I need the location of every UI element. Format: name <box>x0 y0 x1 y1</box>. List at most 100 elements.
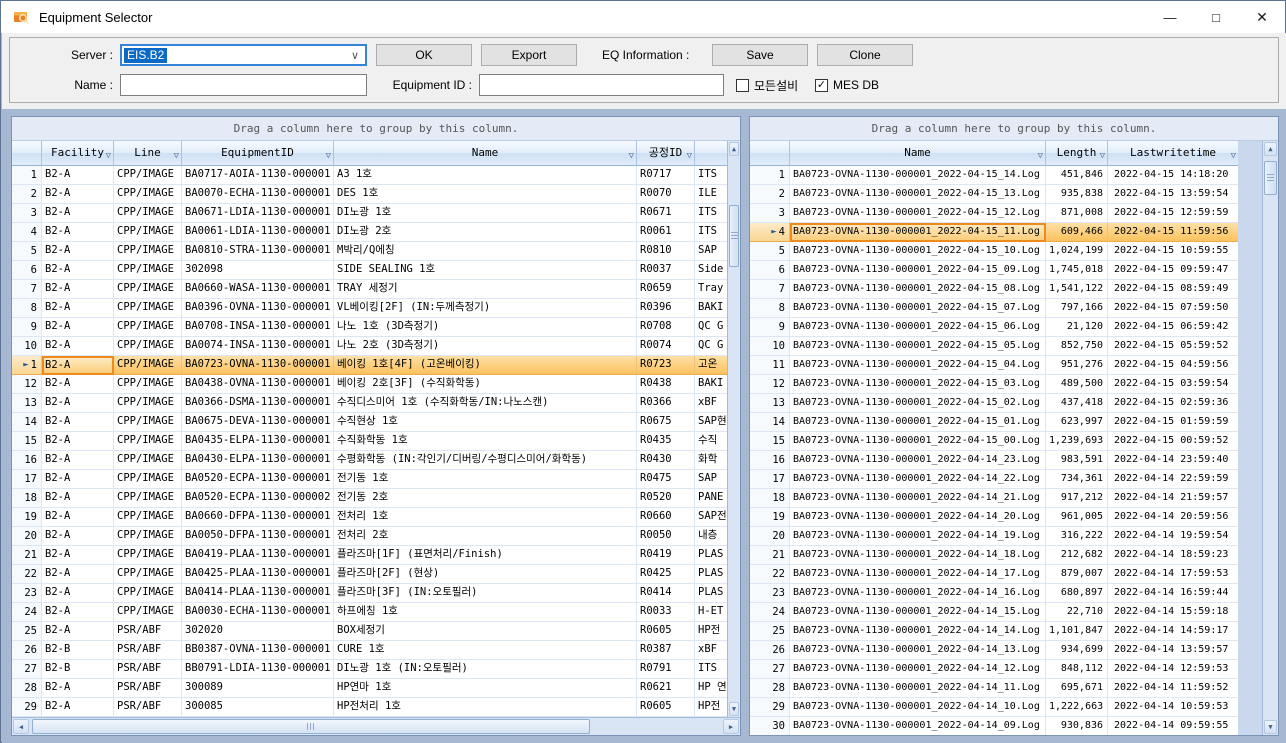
cell-facility[interactable]: B2-B <box>42 641 114 660</box>
table-row[interactable]: 8B2-ACPP/IMAGEBA0396-OVNA-1130-000001VL베… <box>12 299 727 318</box>
cell-extra[interactable]: QC G <box>695 318 727 337</box>
cell-process-id[interactable]: R0430 <box>637 451 695 470</box>
cell-line[interactable]: CPP/IMAGE <box>114 432 182 451</box>
cell-lastwritetime[interactable]: 2022-04-14 13:59:57 <box>1108 641 1238 660</box>
cell-equipment-id[interactable]: BA0660-DFPA-1130-000001 <box>182 508 334 527</box>
cell-log-name[interactable]: BA0723-OVNA-1130-000001_2022-04-15_06.Lo… <box>790 318 1046 337</box>
row-indicator[interactable]: ►4 <box>750 223 790 242</box>
table-row[interactable]: 11BA0723-OVNA-1130-000001_2022-04-15_04.… <box>750 356 1238 375</box>
cell-extra[interactable]: Tray <box>695 280 727 299</box>
cell-facility[interactable]: B2-A <box>42 166 114 185</box>
scroll-up-button[interactable]: ▲ <box>1264 142 1277 156</box>
cell-length[interactable]: 1,239,693 <box>1046 432 1108 451</box>
cell-facility[interactable]: B2-A <box>42 451 114 470</box>
cell-extra[interactable]: HP전 <box>695 698 727 717</box>
cell-log-name[interactable]: BA0723-OVNA-1130-000001_2022-04-14_21.Lo… <box>790 489 1046 508</box>
table-row[interactable]: 18B2-ACPP/IMAGEBA0520-ECPA-1130-000002전기… <box>12 489 727 508</box>
checkbox-all-box[interactable] <box>736 79 749 92</box>
cell-equipment-id[interactable]: 302098 <box>182 261 334 280</box>
cell-lastwritetime[interactable]: 2022-04-15 01:59:59 <box>1108 413 1238 432</box>
cell-name[interactable]: CURE 1호 <box>334 641 637 660</box>
cell-line[interactable]: CPP/IMAGE <box>114 318 182 337</box>
cell-name[interactable]: SIDE SEALING 1호 <box>334 261 637 280</box>
cell-equipment-id[interactable]: BA0708-INSA-1130-000001 <box>182 318 334 337</box>
table-row[interactable]: 21B2-ACPP/IMAGEBA0419-PLAA-1130-000001플라… <box>12 546 727 565</box>
scroll-up-button[interactable]: ▲ <box>729 142 739 156</box>
cell-log-name[interactable]: BA0723-OVNA-1130-000001_2022-04-14_17.Lo… <box>790 565 1046 584</box>
cell-name[interactable]: 전기동 1호 <box>334 470 637 489</box>
table-row[interactable]: 13B2-ACPP/IMAGEBA0366-DSMA-1130-000001수직… <box>12 394 727 413</box>
cell-length[interactable]: 680,897 <box>1046 584 1108 603</box>
cell-equipment-id[interactable]: BA0030-ECHA-1130-000001 <box>182 603 334 622</box>
cell-log-name[interactable]: BA0723-OVNA-1130-000001_2022-04-15_10.Lo… <box>790 242 1046 261</box>
cell-process-id[interactable]: R0810 <box>637 242 695 261</box>
save-button[interactable]: Save <box>712 44 808 66</box>
table-row[interactable]: 29BA0723-OVNA-1130-000001_2022-04-14_10.… <box>750 698 1238 717</box>
cell-facility[interactable]: B2-A <box>42 242 114 261</box>
cell-facility[interactable]: B2-A <box>42 185 114 204</box>
table-row[interactable]: 24BA0723-OVNA-1130-000001_2022-04-14_15.… <box>750 603 1238 622</box>
row-indicator[interactable]: 4 <box>12 223 42 242</box>
table-row[interactable]: 28B2-APSR/ABF300089HP연마 1호R0621HP 연 <box>12 679 727 698</box>
cell-log-name[interactable]: BA0723-OVNA-1130-000001_2022-04-15_14.Lo… <box>790 166 1046 185</box>
cell-length[interactable]: 797,166 <box>1046 299 1108 318</box>
table-row[interactable]: 6B2-ACPP/IMAGE302098SIDE SEALING 1호R0037… <box>12 261 727 280</box>
table-row[interactable]: 5B2-ACPP/IMAGEBA0810-STRA-1130-000001M박리… <box>12 242 727 261</box>
cell-process-id[interactable]: R0037 <box>637 261 695 280</box>
table-row[interactable]: 22B2-ACPP/IMAGEBA0425-PLAA-1130-000001플라… <box>12 565 727 584</box>
column-header-process-id[interactable]: 공정ID▽ <box>637 141 695 166</box>
column-header-length[interactable]: Length▽ <box>1046 141 1108 166</box>
cell-log-name[interactable]: BA0723-OVNA-1130-000001_2022-04-15_09.Lo… <box>790 261 1046 280</box>
cell-equipment-id[interactable]: BB0791-LDIA-1130-000001 <box>182 660 334 679</box>
cell-line[interactable]: PSR/ABF <box>114 679 182 698</box>
table-row[interactable]: 1B2-ACPP/IMAGEBA0717-AOIA-1130-000001A3 … <box>12 166 727 185</box>
cell-extra[interactable]: ITS <box>695 223 727 242</box>
row-indicator[interactable]: 19 <box>12 508 42 527</box>
cell-length[interactable]: 623,997 <box>1046 413 1108 432</box>
table-row[interactable]: 16BA0723-OVNA-1130-000001_2022-04-14_23.… <box>750 451 1238 470</box>
cell-facility[interactable]: B2-A <box>42 679 114 698</box>
row-indicator[interactable]: 14 <box>750 413 790 432</box>
table-row[interactable]: 6BA0723-OVNA-1130-000001_2022-04-15_09.L… <box>750 261 1238 280</box>
cell-log-name[interactable]: BA0723-OVNA-1130-000001_2022-04-14_20.Lo… <box>790 508 1046 527</box>
left-vscroll-track[interactable] <box>728 157 740 701</box>
checkbox-mes-box[interactable]: ✓ <box>815 79 828 92</box>
cell-line[interactable]: CPP/IMAGE <box>114 394 182 413</box>
cell-length[interactable]: 451,846 <box>1046 166 1108 185</box>
table-row[interactable]: 27B2-BPSR/ABFBB0791-LDIA-1130-000001DI노광… <box>12 660 727 679</box>
cell-name[interactable]: 나노 2호 (3D측정기) <box>334 337 637 356</box>
table-row[interactable]: 14BA0723-OVNA-1130-000001_2022-04-15_01.… <box>750 413 1238 432</box>
cell-facility[interactable]: B2-A <box>42 356 114 375</box>
table-row[interactable]: 20BA0723-OVNA-1130-000001_2022-04-14_19.… <box>750 527 1238 546</box>
cell-name[interactable]: HP연마 1호 <box>334 679 637 698</box>
cell-log-name[interactable]: BA0723-OVNA-1130-000001_2022-04-15_01.Lo… <box>790 413 1046 432</box>
cell-line[interactable]: PSR/ABF <box>114 660 182 679</box>
cell-name[interactable]: M박리/Q에칭 <box>334 242 637 261</box>
cell-lastwritetime[interactable]: 2022-04-14 12:59:53 <box>1108 660 1238 679</box>
cell-log-name[interactable]: BA0723-OVNA-1130-000001_2022-04-15_03.Lo… <box>790 375 1046 394</box>
table-row[interactable]: 24B2-ACPP/IMAGEBA0030-ECHA-1130-000001하프… <box>12 603 727 622</box>
cell-name[interactable]: 수직화학동 1호 <box>334 432 637 451</box>
cell-equipment-id[interactable]: BA0520-ECPA-1130-000002 <box>182 489 334 508</box>
cell-facility[interactable]: B2-A <box>42 394 114 413</box>
chevron-down-icon[interactable]: ∨ <box>345 49 365 62</box>
cell-facility[interactable]: B2-A <box>42 432 114 451</box>
cell-line[interactable]: CPP/IMAGE <box>114 242 182 261</box>
cell-extra[interactable]: SAP <box>695 470 727 489</box>
cell-equipment-id[interactable]: BA0419-PLAA-1130-000001 <box>182 546 334 565</box>
cell-extra[interactable]: ILE <box>695 185 727 204</box>
cell-line[interactable]: CPP/IMAGE <box>114 299 182 318</box>
cell-extra[interactable]: HP전 <box>695 622 727 641</box>
cell-name[interactable]: 하프에칭 1호 <box>334 603 637 622</box>
cell-equipment-id[interactable]: BA0425-PLAA-1130-000001 <box>182 565 334 584</box>
cell-length[interactable]: 1,101,847 <box>1046 622 1108 641</box>
cell-equipment-id[interactable]: BB0387-OVNA-1130-000001 <box>182 641 334 660</box>
cell-line[interactable]: CPP/IMAGE <box>114 489 182 508</box>
cell-equipment-id[interactable]: BA0438-OVNA-1130-000001 <box>182 375 334 394</box>
cell-lastwritetime[interactable]: 2022-04-15 09:59:47 <box>1108 261 1238 280</box>
table-row[interactable]: 29B2-APSR/ABF300085HP전처리 1호R0605HP전 <box>12 698 727 717</box>
cell-equipment-id[interactable]: BA0050-DFPA-1130-000001 <box>182 527 334 546</box>
cell-line[interactable]: CPP/IMAGE <box>114 584 182 603</box>
cell-lastwritetime[interactable]: 2022-04-15 05:59:52 <box>1108 337 1238 356</box>
cell-process-id[interactable]: R0070 <box>637 185 695 204</box>
